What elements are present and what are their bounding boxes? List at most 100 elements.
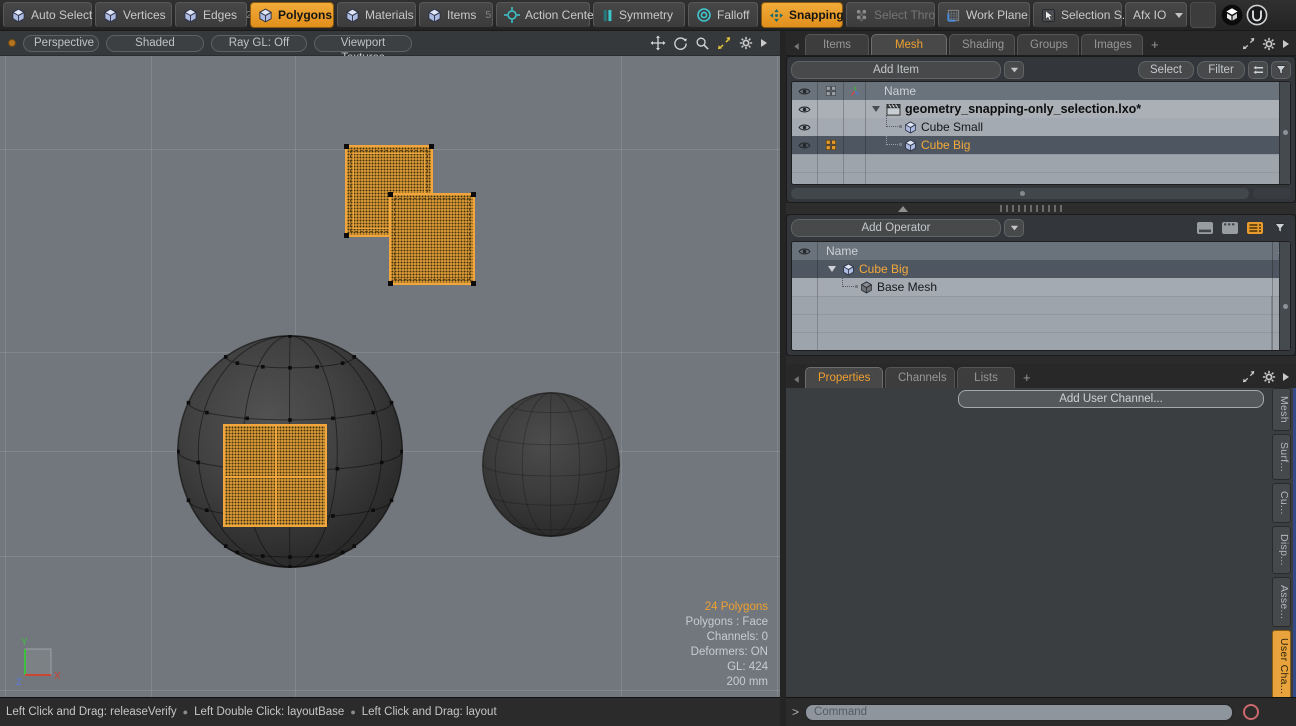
pan-icon[interactable] xyxy=(650,35,666,51)
small-sphere-wireframe xyxy=(482,392,620,537)
tab-images[interactable]: Images xyxy=(1081,34,1143,55)
mesh-ops-filter-button[interactable] xyxy=(1269,220,1291,236)
viewport-3d[interactable]: 24 Polygons Polygons : Face Channels: 0 … xyxy=(0,56,780,697)
add-user-channel-button[interactable]: Add User Channel... xyxy=(958,390,1264,408)
viewport-settings-gear-icon[interactable] xyxy=(739,36,753,50)
empty-toolbar-slot[interactable] xyxy=(1190,2,1216,28)
table-row-scene[interactable]: geometry_snapping-only_selection.lxo* xyxy=(792,100,1290,118)
panel-expand-arrow-icon[interactable] xyxy=(1282,372,1290,382)
deformers-state: Deformers: ON xyxy=(686,645,768,660)
perspective-selector[interactable]: Perspective xyxy=(23,35,99,52)
polygons-button-active[interactable]: Polygons xyxy=(250,2,334,28)
table-row-base-mesh[interactable]: Base Mesh xyxy=(792,278,1290,296)
viewport-state-dot-icon[interactable] xyxy=(8,39,16,47)
command-input[interactable] xyxy=(805,704,1233,721)
panel-splitter[interactable] xyxy=(786,203,1296,214)
tab-items[interactable]: Items xyxy=(805,34,869,55)
add-item-dropdown-arrow[interactable] xyxy=(1004,61,1024,79)
cube-icon xyxy=(183,8,198,23)
vertical-scrollbar[interactable] xyxy=(1279,82,1290,184)
grid-size: 200 mm xyxy=(686,675,768,690)
work-plane-button[interactable]: Work Plane xyxy=(938,2,1030,28)
add-tab-button[interactable]: + xyxy=(1151,37,1159,52)
selected-polygons-on-sphere[interactable] xyxy=(223,424,327,527)
side-tab-displacement[interactable]: Disp... xyxy=(1272,526,1291,574)
horizontal-scrollbar[interactable] xyxy=(791,188,1249,199)
panel-settings-gear-icon[interactable] xyxy=(1262,370,1276,384)
maximize-viewport-icon[interactable] xyxy=(717,36,732,51)
name-column-header[interactable]: Name xyxy=(866,82,1290,100)
vertical-scrollbar[interactable] xyxy=(1279,242,1290,350)
view-mode-simple-button[interactable] xyxy=(1194,220,1216,236)
tab-properties-active[interactable]: Properties xyxy=(805,367,883,388)
table-row-cube-big-op[interactable]: Cube Big xyxy=(792,260,1290,278)
axis-z-label: Z xyxy=(16,677,22,687)
tab-lists[interactable]: Lists xyxy=(957,367,1015,388)
view-mode-list-button-active[interactable] xyxy=(1244,220,1266,236)
tab-shading[interactable]: Shading xyxy=(949,34,1015,55)
items-button[interactable]: Items 5 xyxy=(419,2,493,28)
splitter-collapse-triangle-icon[interactable] xyxy=(898,206,908,212)
status-separator: ● xyxy=(350,707,355,717)
panel-collapse-chevron-icon[interactable] xyxy=(792,42,801,51)
table-row-cube-small[interactable]: Cube Small xyxy=(792,118,1290,136)
unreal-logo-icon[interactable] xyxy=(1246,4,1268,26)
filter-button[interactable]: Filter xyxy=(1197,61,1245,79)
select-through-button-disabled[interactable]: Select Thro ... xyxy=(846,2,935,28)
command-history-circle-icon[interactable] xyxy=(1243,704,1259,720)
table-row-cube-big-selected[interactable]: Cube Big xyxy=(792,136,1290,154)
expand-triangle-icon[interactable] xyxy=(828,266,836,272)
selected-polygon-square-front[interactable] xyxy=(389,193,475,285)
vertex-dot xyxy=(388,192,393,197)
name-column-header[interactable]: Name xyxy=(818,242,1272,260)
visibility-toggle[interactable] xyxy=(792,100,818,118)
side-tab-curves[interactable]: Cu... xyxy=(1272,483,1291,523)
expand-arrow-icon[interactable] xyxy=(760,38,768,48)
tab-channels[interactable]: Channels xyxy=(885,367,955,388)
action-center-button[interactable]: Action Center xyxy=(496,2,590,28)
expand-triangle-icon[interactable] xyxy=(872,106,880,112)
right-panel-tab-bar: Items Mesh Ops Shading Groups Images + xyxy=(786,31,1296,56)
tab-groups[interactable]: Groups xyxy=(1017,34,1079,55)
small-sphere-mesh[interactable] xyxy=(482,392,620,537)
add-operator-dropdown-arrow[interactable] xyxy=(1004,219,1024,237)
add-operator-button[interactable]: Add Operator xyxy=(791,219,1001,237)
auto-select-button[interactable]: Auto Select xyxy=(3,2,92,28)
visibility-toggle[interactable] xyxy=(792,118,818,136)
filter-funnel-button[interactable] xyxy=(1271,61,1291,79)
view-mode-compact-button[interactable] xyxy=(1219,220,1241,236)
viewport-stats: 24 Polygons Polygons : Face Channels: 0 … xyxy=(686,600,768,690)
zoom-icon[interactable] xyxy=(695,36,710,51)
viewport-textures-toggle[interactable]: Viewport Textures xyxy=(314,35,412,52)
materials-button[interactable]: Materials xyxy=(337,2,416,28)
edges-button[interactable]: Edges 2 xyxy=(175,2,247,28)
symmetry-button[interactable]: Symmetry xyxy=(593,2,685,28)
ray-gl-toggle[interactable]: Ray GL: Off xyxy=(211,35,307,52)
selection-set-button[interactable]: Selection S... xyxy=(1033,2,1122,28)
panel-expand-arrow-icon[interactable] xyxy=(1282,39,1290,49)
side-tab-surface[interactable]: Surf... xyxy=(1272,434,1291,480)
select-button[interactable]: Select xyxy=(1138,61,1194,79)
mesh-ops-header: Name # xyxy=(792,242,1290,260)
vertices-button[interactable]: Vertices 1 xyxy=(95,2,172,28)
panel-collapse-chevron-icon[interactable] xyxy=(792,375,801,384)
side-tab-user-channels-active[interactable]: User Cha... xyxy=(1272,630,1291,702)
maximize-panel-icon[interactable] xyxy=(1242,37,1256,51)
maximize-panel-icon[interactable] xyxy=(1242,370,1256,384)
falloff-button[interactable]: Falloff xyxy=(688,2,758,28)
visibility-toggle[interactable] xyxy=(792,136,818,154)
axis-gizmo: Y X Z xyxy=(14,634,64,688)
plugin-logo-icon[interactable] xyxy=(1221,4,1243,26)
panel-settings-gear-icon[interactable] xyxy=(1262,37,1276,51)
snapping-button-active[interactable]: Snapping xyxy=(761,2,843,28)
shading-mode-selector[interactable]: Shaded xyxy=(106,35,204,52)
add-item-button[interactable]: Add Item xyxy=(791,61,1001,79)
orbit-icon[interactable] xyxy=(673,36,688,51)
tab-mesh-ops-active[interactable]: Mesh Ops xyxy=(871,34,947,55)
list-options-button[interactable] xyxy=(1248,61,1268,79)
side-tab-mesh[interactable]: Mesh xyxy=(1272,388,1291,431)
add-tab-button[interactable]: + xyxy=(1023,370,1031,385)
side-tab-assemblies[interactable]: Asse... xyxy=(1272,577,1291,627)
render-column-icon xyxy=(825,85,837,97)
afx-io-dropdown[interactable]: Afx IO xyxy=(1125,2,1187,28)
